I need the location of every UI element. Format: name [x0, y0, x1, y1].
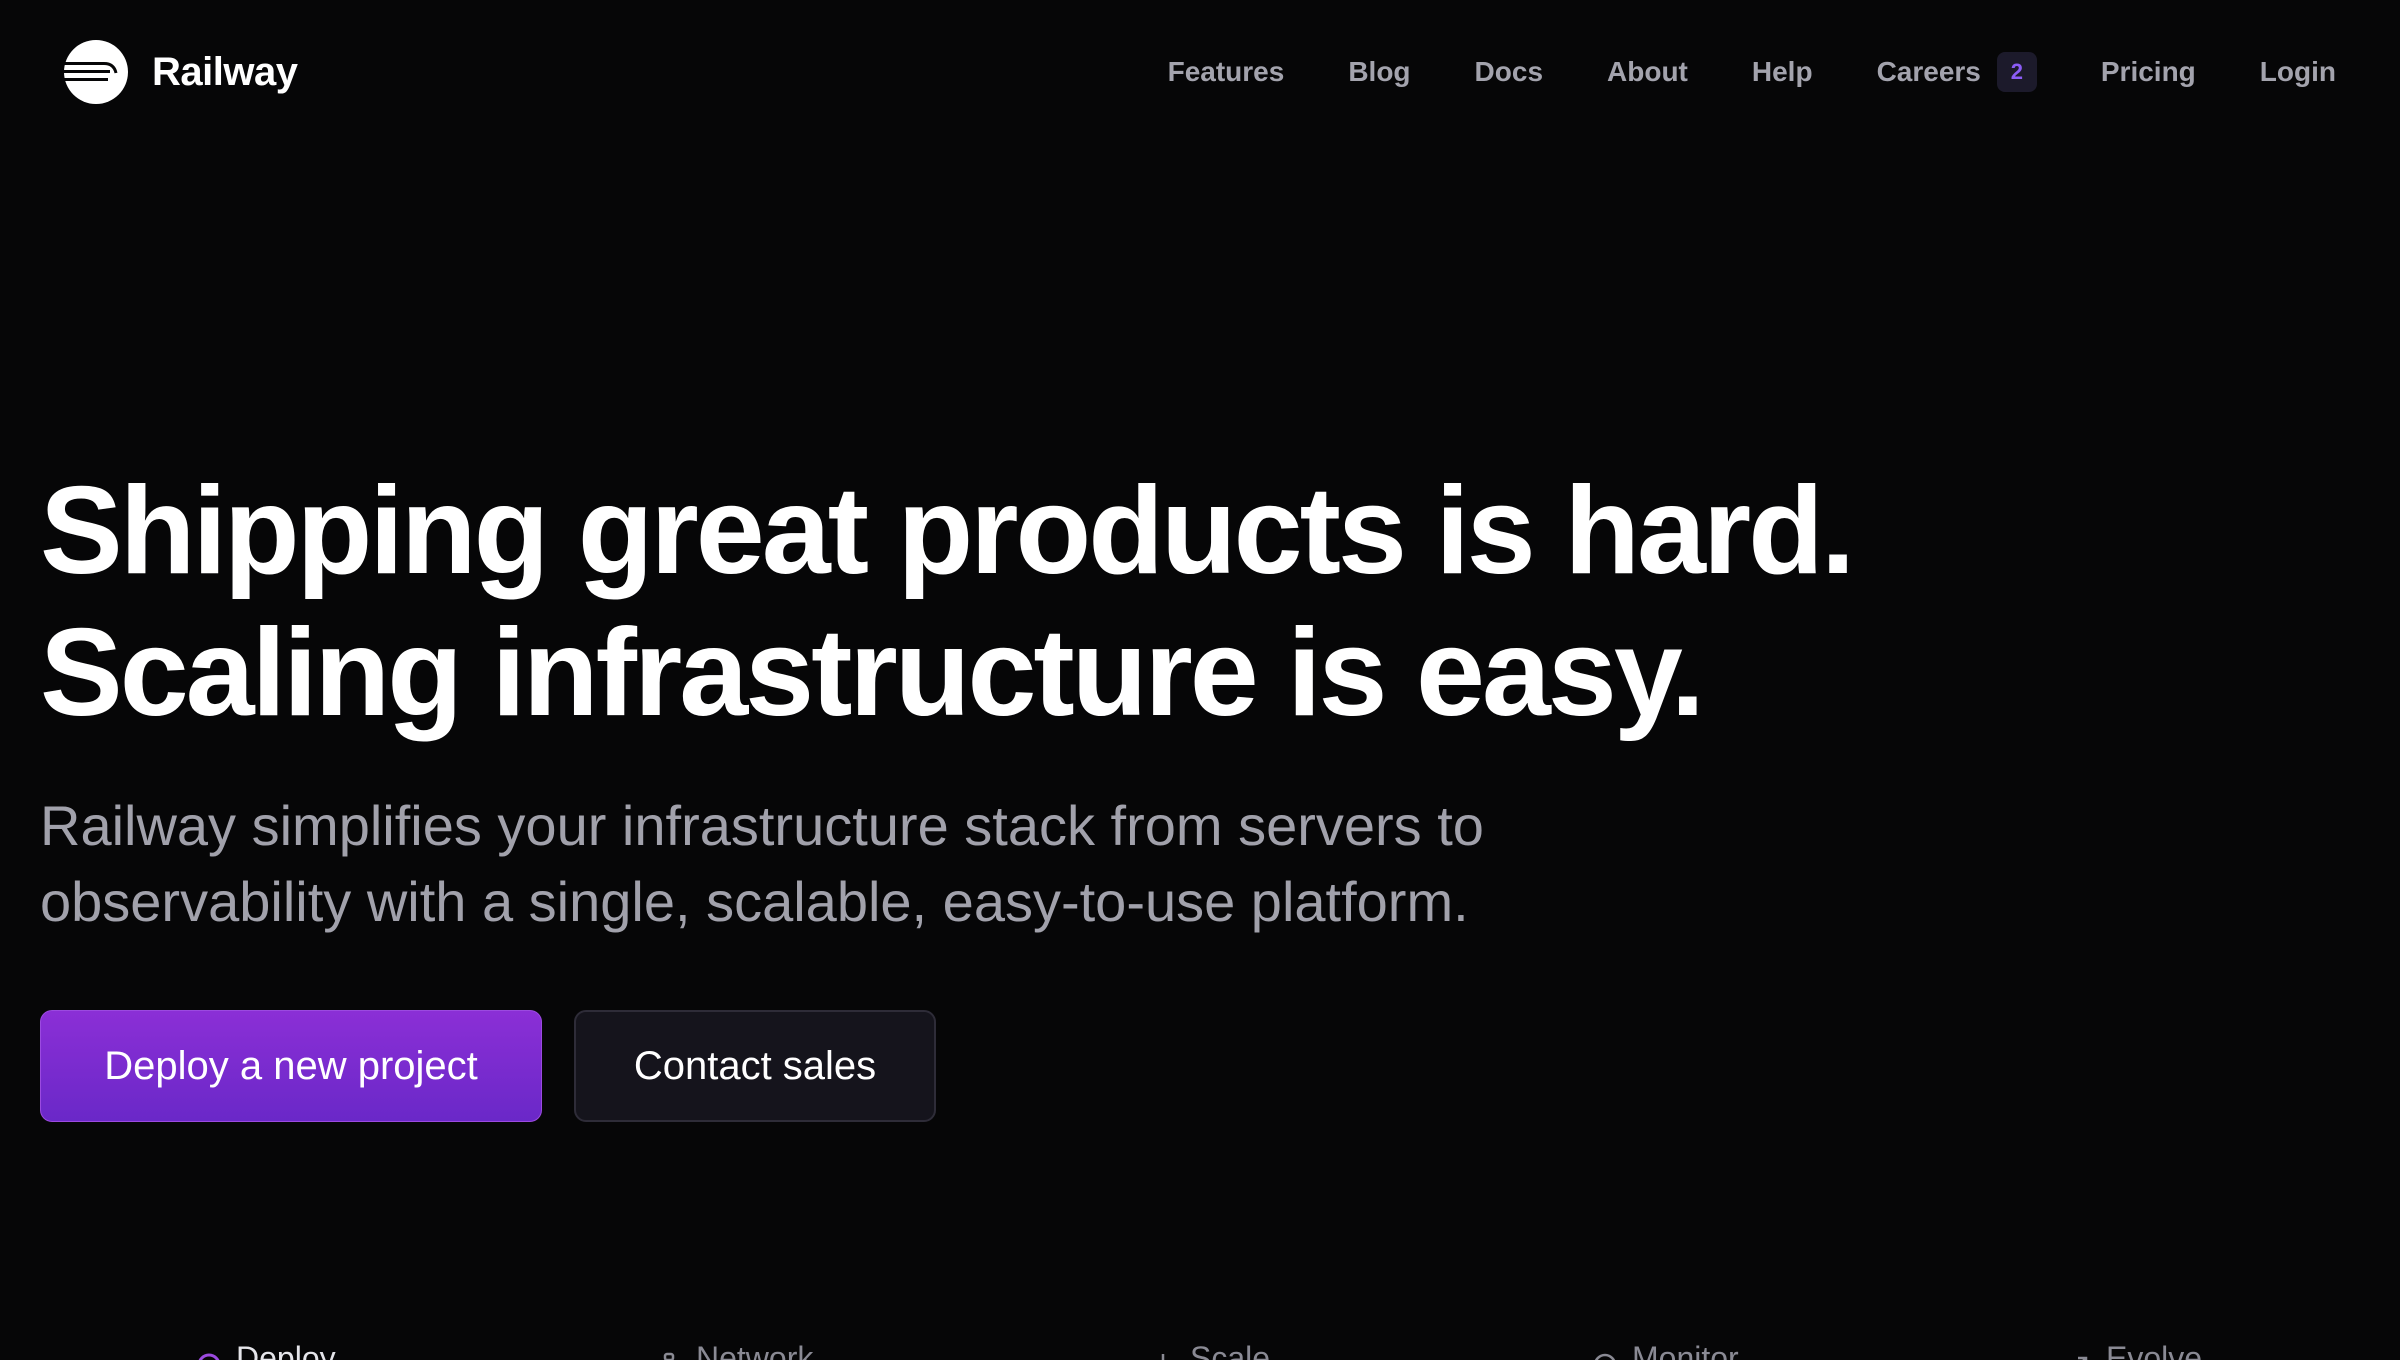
tab-network[interactable]: Network	[656, 1340, 813, 1360]
tab-deploy[interactable]: Deploy	[196, 1340, 336, 1360]
tab-evolve-label: Evolve	[2106, 1340, 2203, 1360]
page: Railway Features Blog Docs About Help Ca…	[0, 0, 2400, 1360]
careers-count-badge: 2	[1996, 52, 2037, 92]
tab-monitor[interactable]: Monitor	[1592, 1340, 1739, 1360]
nav-careers[interactable]: Careers 2	[1877, 52, 2037, 92]
nav-help[interactable]: Help	[1752, 56, 1813, 88]
nav-features[interactable]: Features	[1168, 56, 1285, 88]
hero-section: Shipping great products is hard. Scaling…	[40, 460, 1940, 1122]
site-header: Railway Features Blog Docs About Help Ca…	[0, 0, 2400, 144]
railway-logo-icon	[64, 40, 128, 104]
tab-network-label: Network	[696, 1340, 814, 1360]
nav-about[interactable]: About	[1607, 56, 1688, 88]
deploy-icon	[198, 1353, 220, 1360]
tab-evolve[interactable]: Evolve	[2066, 1340, 2202, 1360]
nav-pricing[interactable]: Pricing	[2101, 56, 2196, 88]
hero-title-line-2: Scaling infrastructure is easy.	[40, 604, 1705, 742]
hero-subtitle: Railway simplifies your infrastructure s…	[40, 794, 1484, 933]
tab-monitor-label: Monitor	[1632, 1340, 1739, 1360]
nav-login[interactable]: Login	[2260, 56, 2336, 88]
hero-title: Shipping great products is hard. Scaling…	[40, 460, 1940, 744]
scale-icon	[1161, 1354, 1165, 1360]
main-nav: Features Blog Docs About Help Careers 2 …	[1168, 52, 2336, 92]
feature-tabs: Deploy Network Scale Monitor Evolve	[0, 1340, 2400, 1360]
monitor-icon	[1594, 1353, 1616, 1360]
deploy-new-project-button[interactable]: Deploy a new project	[40, 1010, 542, 1122]
network-icon	[663, 1352, 675, 1360]
brand-link[interactable]: Railway	[64, 40, 298, 104]
nav-blog[interactable]: Blog	[1348, 56, 1410, 88]
tab-deploy-label: Deploy	[236, 1340, 336, 1360]
hero-title-line-1: Shipping great products is hard.	[40, 462, 1855, 600]
tab-scale[interactable]: Scale	[1150, 1340, 1270, 1360]
nav-careers-label: Careers	[1876, 56, 1981, 87]
evolve-icon	[2078, 1356, 2088, 1360]
cta-row: Deploy a new project Contact sales	[40, 1010, 1940, 1122]
brand-name: Railway	[152, 49, 298, 94]
nav-docs[interactable]: Docs	[1475, 56, 1543, 88]
contact-sales-button[interactable]: Contact sales	[574, 1010, 936, 1122]
tab-scale-label: Scale	[1190, 1340, 1271, 1360]
